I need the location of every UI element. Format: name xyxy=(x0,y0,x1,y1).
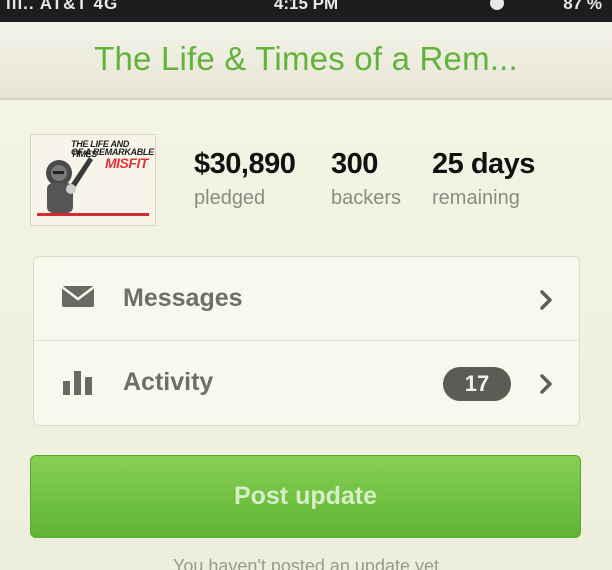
battery-percentage: 87 % xyxy=(563,0,602,13)
thumbnail-divider xyxy=(37,213,149,216)
stat-backers: 300 backers xyxy=(331,148,401,210)
project-artwork-icon xyxy=(46,157,93,213)
clock: 4:15 PM xyxy=(273,0,339,13)
nav-bar: The Life & Times of a Rem... xyxy=(0,22,612,100)
stat-days-remaining: 25 days remaining xyxy=(432,148,535,210)
chevron-right-icon xyxy=(540,290,552,310)
post-update-button[interactable]: Post update xyxy=(30,455,581,538)
days-remaining-label: remaining xyxy=(432,187,520,209)
menu-card: Messages Activity 17 xyxy=(33,256,580,426)
thumbnail-title-word: MISFIT xyxy=(105,155,148,171)
activity-count-badge: 17 xyxy=(443,367,511,401)
envelope-icon xyxy=(61,286,95,307)
chevron-right-icon xyxy=(540,374,552,394)
messages-label: Messages xyxy=(123,284,243,312)
backers-value: 300 xyxy=(331,148,378,180)
page-title: The Life & Times of a Rem... xyxy=(94,40,518,77)
project-thumbnail: THE LIFE AND TIMES OF A REMARKABLE MISFI… xyxy=(30,134,156,226)
bar-chart-icon xyxy=(63,371,92,395)
backers-label: backers xyxy=(331,187,402,209)
stat-pledged: $30,890 pledged xyxy=(194,148,296,210)
status-bar: ııı.. AT&T 4G 4:15 PM 87 % xyxy=(0,0,612,22)
no-updates-note: You haven't posted an update yet xyxy=(173,556,439,570)
pledged-value: $30,890 xyxy=(194,148,296,180)
activity-label: Activity xyxy=(123,368,214,396)
project-dashboard: THE LIFE AND TIMES OF A REMARKABLE MISFI… xyxy=(0,100,612,570)
days-remaining-value: 25 days xyxy=(432,148,535,180)
messages-row[interactable]: Messages xyxy=(34,257,579,341)
activity-row[interactable]: Activity 17 xyxy=(34,341,579,425)
pledged-label: pledged xyxy=(194,187,266,209)
